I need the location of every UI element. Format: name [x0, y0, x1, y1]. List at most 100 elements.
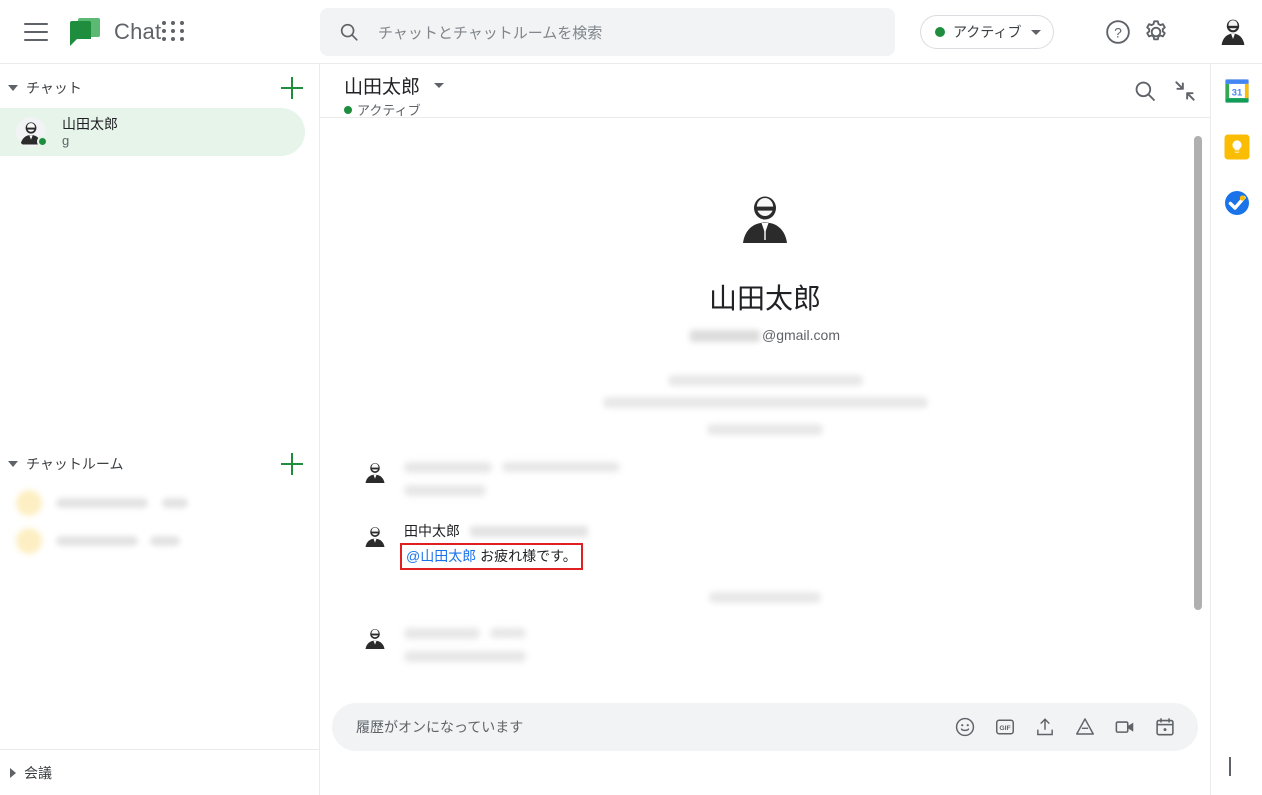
scrollbar-thumb[interactable] [1194, 136, 1202, 610]
calendar-day-label: 31 [1232, 86, 1242, 97]
conversation-status: アクティブ [344, 100, 421, 119]
timestamp-redacted [470, 525, 588, 537]
rooms-section-title: チャットルーム [26, 456, 124, 472]
system-message-redacted [320, 375, 1210, 435]
message-text-redacted [404, 651, 526, 662]
chat-section-title: チャット [26, 80, 82, 96]
room-count-redacted [162, 498, 188, 508]
timestamp-redacted [502, 462, 620, 472]
email-suffix: @gmail.com [761, 327, 840, 343]
right-rail: 31 [1210, 64, 1262, 795]
sidebar-item-subtitle: g [62, 132, 70, 148]
emoji-icon[interactable] [954, 716, 976, 738]
google-keep-icon[interactable] [1224, 134, 1250, 160]
status-button[interactable]: アクティブ [920, 15, 1055, 49]
chevron-down-icon [1031, 29, 1042, 35]
profile-email: @gmail.com [320, 327, 1210, 343]
meetings-section-title: 会議 [24, 764, 52, 781]
profile-name: 山田太郎 [708, 283, 821, 314]
rooms-section-header: チャットルーム [0, 444, 319, 484]
room-name-redacted [56, 498, 148, 508]
account-avatar[interactable] [1216, 14, 1250, 48]
svg-text:?: ? [1114, 24, 1122, 40]
gif-icon[interactable]: GIF [994, 716, 1016, 738]
status-dot [935, 27, 945, 37]
hamburger-icon[interactable] [24, 22, 48, 41]
brand-name: Chat [114, 18, 162, 44]
chevron-down-icon[interactable] [434, 83, 445, 88]
conversation-title-row[interactable]: 山田太郎 [344, 72, 445, 99]
apps-grid-icon[interactable] [161, 20, 187, 44]
brand: Chat [70, 17, 162, 46]
room-count-redacted [150, 536, 180, 546]
search-placeholder: チャットとチャットルームを検索 [378, 24, 603, 42]
message-text-body: お疲れ様です。 [476, 548, 577, 564]
left-sidebar: チャット 山田太郎 g チャットルーム 会議 [0, 64, 320, 795]
presence-indicator [37, 136, 48, 147]
message-body [404, 623, 1210, 667]
conversation-header: 山田太郎 アクティブ [320, 64, 1210, 118]
message-list: 山田太郎 @gmail.com 田中太郎 @山田太郎 お疲れ様です。 [320, 118, 1210, 695]
avatar [16, 117, 48, 147]
google-drive-icon[interactable] [1074, 716, 1096, 738]
message-text-redacted [404, 485, 486, 496]
sidebar-item-yamada-taro[interactable]: 山田太郎 g [0, 108, 305, 156]
page-title: 山田太郎 [344, 77, 421, 98]
mention-link[interactable]: @山田太郎 [406, 548, 476, 564]
scrollbar[interactable] [1194, 118, 1202, 695]
composer-area: 履歴がオンになっています GIF [320, 695, 1232, 795]
message-sender: 田中太郎 [404, 523, 460, 539]
add-room-button[interactable] [281, 453, 303, 475]
status-badge: @山田太郎 お疲れ様です。 [400, 543, 583, 570]
upload-icon[interactable] [1034, 716, 1056, 738]
svg-text:GIF: GIF [999, 725, 1010, 732]
room-name-redacted [56, 536, 138, 546]
search-icon [340, 23, 358, 41]
conversation-profile: 山田太郎 @gmail.com [320, 118, 1210, 343]
add-chat-button[interactable] [281, 77, 303, 99]
google-chat-app: Chat チャットとチャットルームを検索 アクティブ ? チャット 山田太郎 g… [0, 0, 1262, 795]
room-avatar [16, 528, 42, 554]
sender-redacted [404, 627, 480, 639]
google-tasks-icon[interactable] [1224, 190, 1250, 216]
calendar-icon[interactable] [1154, 716, 1176, 738]
gear-icon[interactable] [1142, 18, 1170, 46]
avatar [362, 523, 388, 549]
avatar [362, 459, 388, 485]
chevron-right-icon[interactable] [10, 767, 16, 778]
message-row-tanaka: 田中太郎 @山田太郎 お疲れ様です。 [320, 521, 1210, 570]
email-prefix-redacted [689, 330, 760, 343]
help-icon[interactable]: ? [1104, 18, 1132, 46]
avatar [362, 625, 388, 651]
search-input[interactable]: チャットとチャットルームを検索 [320, 8, 895, 56]
conversation-status-label: アクティブ [357, 103, 421, 118]
message-body: 田中太郎 @山田太郎 お疲れ様です。 [400, 521, 1210, 570]
meetings-section-header[interactable]: 会議 [0, 749, 320, 795]
sender-redacted [404, 461, 492, 473]
conversation-search-icon[interactable] [1132, 78, 1158, 104]
video-meet-icon[interactable] [1114, 716, 1136, 738]
status-dot [344, 105, 352, 114]
chevron-down-icon[interactable] [8, 461, 18, 467]
message-body [404, 457, 1210, 501]
message-row [320, 623, 1210, 667]
chevron-right-icon[interactable] [1229, 757, 1243, 776]
list-item[interactable] [0, 522, 319, 560]
list-item[interactable] [0, 484, 319, 522]
collapse-arrows-icon[interactable] [1172, 78, 1198, 104]
sidebar-item-name: 山田太郎 [62, 115, 118, 132]
google-chat-logo [70, 17, 100, 46]
message-input[interactable]: 履歴がオンになっています GIF [332, 703, 1198, 751]
date-divider-redacted [320, 592, 1210, 603]
top-bar: Chat チャットとチャットルームを検索 アクティブ ? [0, 0, 1262, 64]
room-avatar [16, 490, 42, 516]
google-calendar-icon[interactable]: 31 [1224, 78, 1250, 104]
message-row [320, 457, 1210, 501]
chevron-down-icon[interactable] [8, 85, 18, 91]
timestamp-redacted [490, 628, 526, 638]
message-text: @山田太郎 お疲れ様です。 [400, 543, 1210, 570]
composer-placeholder: 履歴がオンになっています [356, 719, 524, 735]
status-label: アクティブ [953, 24, 1022, 40]
chat-section-header: チャット [0, 68, 319, 108]
composer-icons: GIF [954, 716, 1176, 738]
